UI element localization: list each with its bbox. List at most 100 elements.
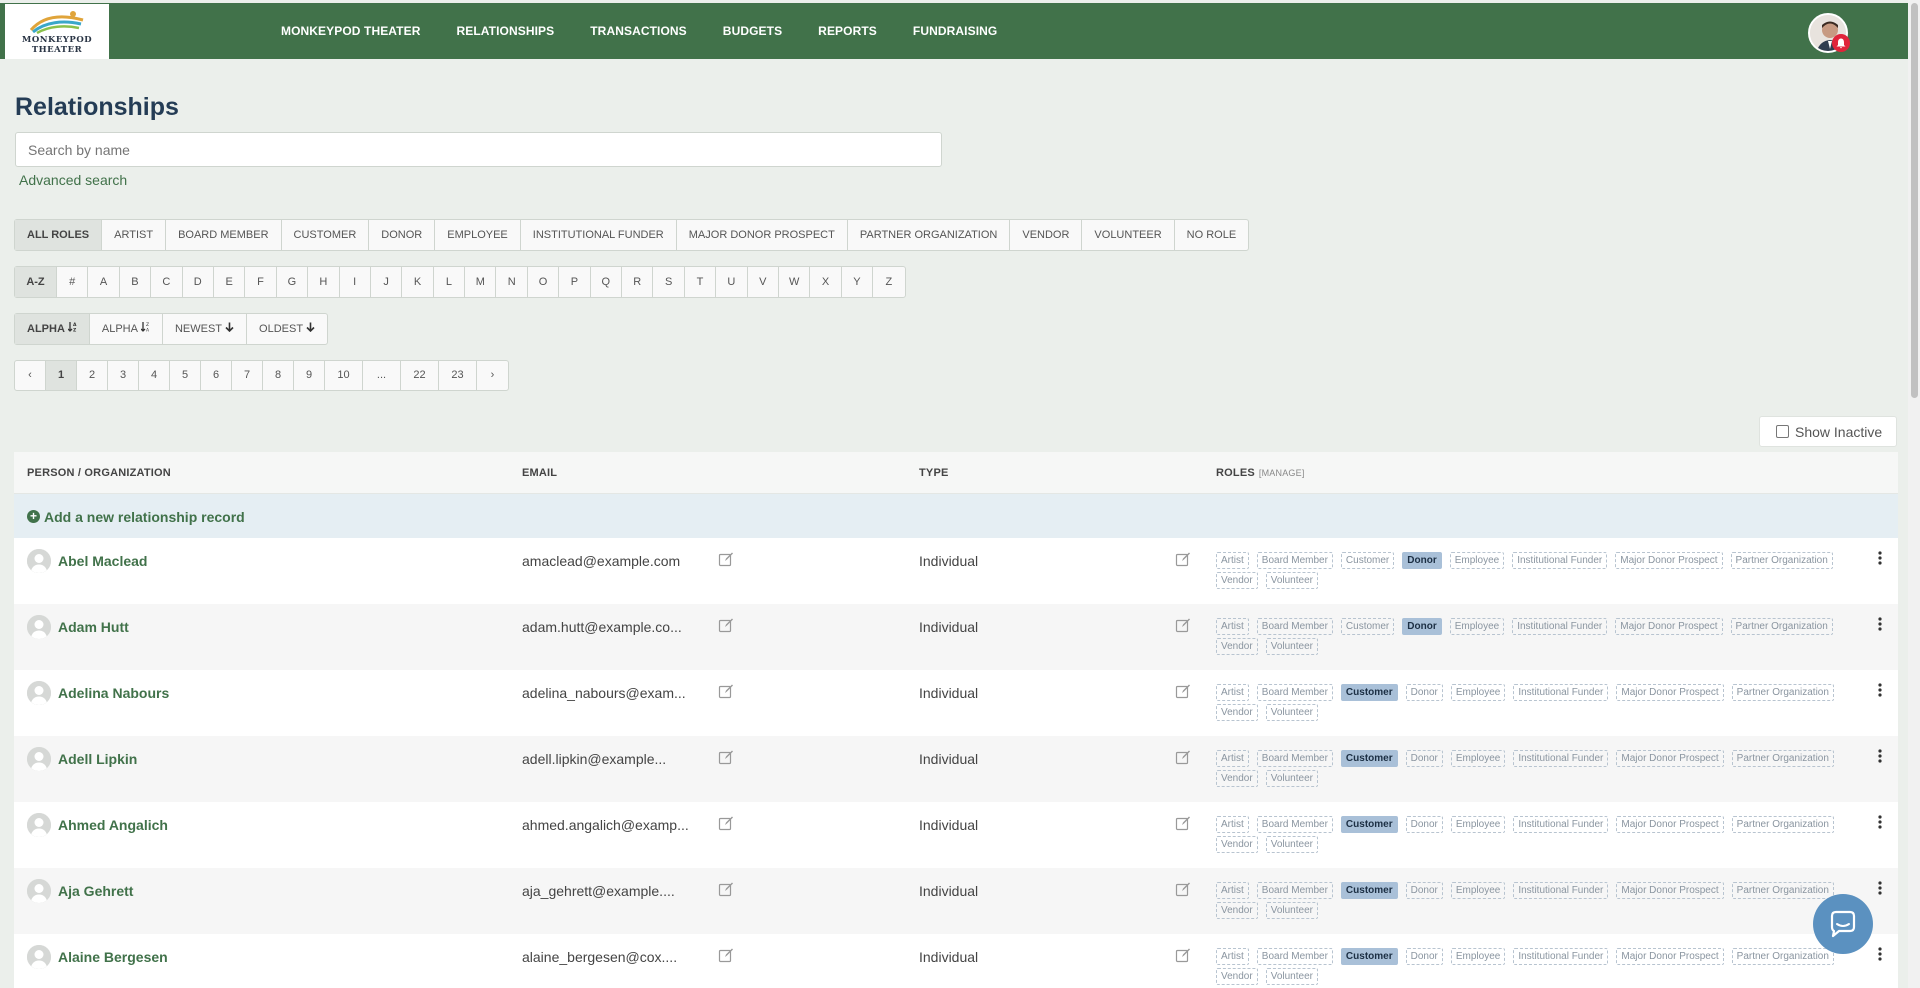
- relationship-name-link[interactable]: Adell Lipkin: [58, 751, 137, 767]
- role-tag-partner-organization[interactable]: Partner Organization: [1731, 816, 1834, 833]
- manage-roles-link[interactable]: [MANAGE]: [1259, 468, 1305, 478]
- role-tag-partner-organization[interactable]: Partner Organization: [1730, 552, 1833, 569]
- letter-filter-u[interactable]: U: [716, 267, 748, 297]
- role-tag-volunteer[interactable]: Volunteer: [1265, 836, 1318, 853]
- role-tag-customer[interactable]: Customer: [1340, 618, 1395, 635]
- role-tag-artist[interactable]: Artist: [1216, 948, 1249, 965]
- edit-icon[interactable]: [1175, 551, 1191, 567]
- role-tag-donor[interactable]: Donor: [1402, 618, 1442, 635]
- letter-filter-l[interactable]: L: [434, 267, 466, 297]
- role-tag-donor[interactable]: Donor: [1405, 750, 1443, 767]
- kebab-icon[interactable]: [1872, 617, 1888, 635]
- role-tag-artist[interactable]: Artist: [1216, 882, 1249, 899]
- header-type[interactable]: TYPE: [919, 467, 949, 479]
- advanced-search-link[interactable]: Advanced search: [19, 172, 127, 188]
- edit-icon[interactable]: [1175, 815, 1191, 831]
- letter-filter-f[interactable]: F: [245, 267, 277, 297]
- letter-filter-hash[interactable]: #: [57, 267, 89, 297]
- letter-filter-b[interactable]: B: [120, 267, 152, 297]
- role-filter-customer[interactable]: CUSTOMER: [282, 220, 370, 250]
- relationship-name-link[interactable]: Ahmed Angalich: [58, 817, 168, 833]
- role-tag-employee[interactable]: Employee: [1450, 948, 1506, 965]
- show-inactive-toggle[interactable]: Show Inactive: [1759, 416, 1897, 447]
- chat-launcher-button[interactable]: [1813, 894, 1873, 954]
- pagination-page-23[interactable]: 23: [439, 361, 477, 390]
- role-tag-major-donor-prospect[interactable]: Major Donor Prospect: [1616, 816, 1724, 833]
- bell-icon[interactable]: [1832, 34, 1850, 52]
- kebab-icon[interactable]: [1872, 551, 1888, 569]
- letter-filter-j[interactable]: J: [371, 267, 403, 297]
- role-tag-institutional-funder[interactable]: Institutional Funder: [1512, 552, 1608, 569]
- role-filter-all-roles[interactable]: ALL ROLES: [15, 220, 103, 250]
- role-tag-institutional-funder[interactable]: Institutional Funder: [1512, 618, 1608, 635]
- role-tag-board-member[interactable]: Board Member: [1256, 618, 1333, 635]
- role-tag-board-member[interactable]: Board Member: [1256, 750, 1333, 767]
- role-filter-volunteer[interactable]: VOLUNTEER: [1082, 220, 1175, 250]
- edit-icon[interactable]: [1175, 749, 1191, 765]
- role-filter-donor[interactable]: DONOR: [369, 220, 436, 250]
- show-inactive-checkbox[interactable]: [1776, 425, 1789, 438]
- edit-icon[interactable]: [718, 551, 734, 567]
- pagination-page-7[interactable]: 7: [232, 361, 263, 390]
- role-tag-artist[interactable]: Artist: [1216, 816, 1249, 833]
- kebab-icon[interactable]: [1872, 749, 1888, 767]
- role-tag-volunteer[interactable]: Volunteer: [1265, 638, 1318, 655]
- edit-icon[interactable]: [718, 815, 734, 831]
- kebab-icon[interactable]: [1872, 947, 1888, 965]
- role-tag-vendor[interactable]: Vendor: [1216, 704, 1258, 721]
- pagination-page-8[interactable]: 8: [263, 361, 294, 390]
- role-tag-vendor[interactable]: Vendor: [1216, 770, 1258, 787]
- edit-icon[interactable]: [718, 749, 734, 765]
- pagination-page-9[interactable]: 9: [294, 361, 325, 390]
- role-tag-board-member[interactable]: Board Member: [1256, 882, 1333, 899]
- role-tag-donor[interactable]: Donor: [1405, 816, 1443, 833]
- pagination-page-2[interactable]: 2: [77, 361, 108, 390]
- relationship-name-link[interactable]: Alaine Bergesen: [58, 949, 168, 965]
- role-filter-institutional-funder[interactable]: INSTITUTIONAL FUNDER: [521, 220, 677, 250]
- nav-item-reports[interactable]: REPORTS: [818, 24, 877, 38]
- role-filter-board-member[interactable]: BOARD MEMBER: [166, 220, 282, 250]
- kebab-icon[interactable]: [1872, 815, 1888, 833]
- letter-filter-v[interactable]: V: [748, 267, 779, 297]
- role-tag-vendor[interactable]: Vendor: [1216, 902, 1258, 919]
- pagination-next-button[interactable]: ›: [477, 361, 508, 390]
- role-tag-partner-organization[interactable]: Partner Organization: [1731, 750, 1834, 767]
- role-tag-employee[interactable]: Employee: [1449, 552, 1505, 569]
- edit-icon[interactable]: [1175, 617, 1191, 633]
- letter-filter-d[interactable]: D: [183, 267, 214, 297]
- nav-item-monkeypod-theater[interactable]: MONKEYPOD THEATER: [281, 24, 420, 38]
- edit-icon[interactable]: [718, 683, 734, 699]
- pagination-page-4[interactable]: 4: [139, 361, 170, 390]
- role-tag-major-donor-prospect[interactable]: Major Donor Prospect: [1616, 948, 1724, 965]
- letter-filter-o[interactable]: O: [528, 267, 560, 297]
- letter-filter-i[interactable]: I: [340, 267, 371, 297]
- letter-filter-h[interactable]: H: [308, 267, 340, 297]
- role-filter-partner-organization[interactable]: PARTNER ORGANIZATION: [848, 220, 1011, 250]
- pagination-page-10[interactable]: 10: [325, 361, 363, 390]
- letter-filter-n[interactable]: N: [496, 267, 528, 297]
- role-tag-employee[interactable]: Employee: [1449, 618, 1505, 635]
- role-tag-volunteer[interactable]: Volunteer: [1265, 968, 1318, 985]
- role-tag-artist[interactable]: Artist: [1216, 552, 1249, 569]
- letter-filter-z[interactable]: Z: [873, 267, 904, 297]
- role-tag-partner-organization[interactable]: Partner Organization: [1731, 684, 1834, 701]
- role-tag-artist[interactable]: Artist: [1216, 750, 1249, 767]
- role-tag-donor[interactable]: Donor: [1405, 882, 1443, 899]
- role-tag-volunteer[interactable]: Volunteer: [1265, 902, 1318, 919]
- letter-filter-g[interactable]: G: [277, 267, 309, 297]
- relationship-name-link[interactable]: Abel Maclead: [58, 553, 147, 569]
- letter-filter-t[interactable]: T: [685, 267, 717, 297]
- role-tag-board-member[interactable]: Board Member: [1256, 816, 1333, 833]
- sort-option-1[interactable]: ALPHA A Z: [15, 314, 90, 344]
- role-tag-vendor[interactable]: Vendor: [1216, 836, 1258, 853]
- role-tag-employee[interactable]: Employee: [1450, 882, 1506, 899]
- edit-icon[interactable]: [718, 617, 734, 633]
- role-filter-artist[interactable]: ARTIST: [102, 220, 167, 250]
- role-tag-customer[interactable]: Customer: [1340, 750, 1398, 767]
- role-tag-institutional-funder[interactable]: Institutional Funder: [1513, 948, 1609, 965]
- relationship-name-link[interactable]: Adam Hutt: [58, 619, 129, 635]
- role-tag-donor[interactable]: Donor: [1405, 684, 1443, 701]
- letter-filter-k[interactable]: K: [402, 267, 434, 297]
- sort-option-3[interactable]: NEWEST: [163, 314, 248, 344]
- role-tag-volunteer[interactable]: Volunteer: [1265, 572, 1318, 589]
